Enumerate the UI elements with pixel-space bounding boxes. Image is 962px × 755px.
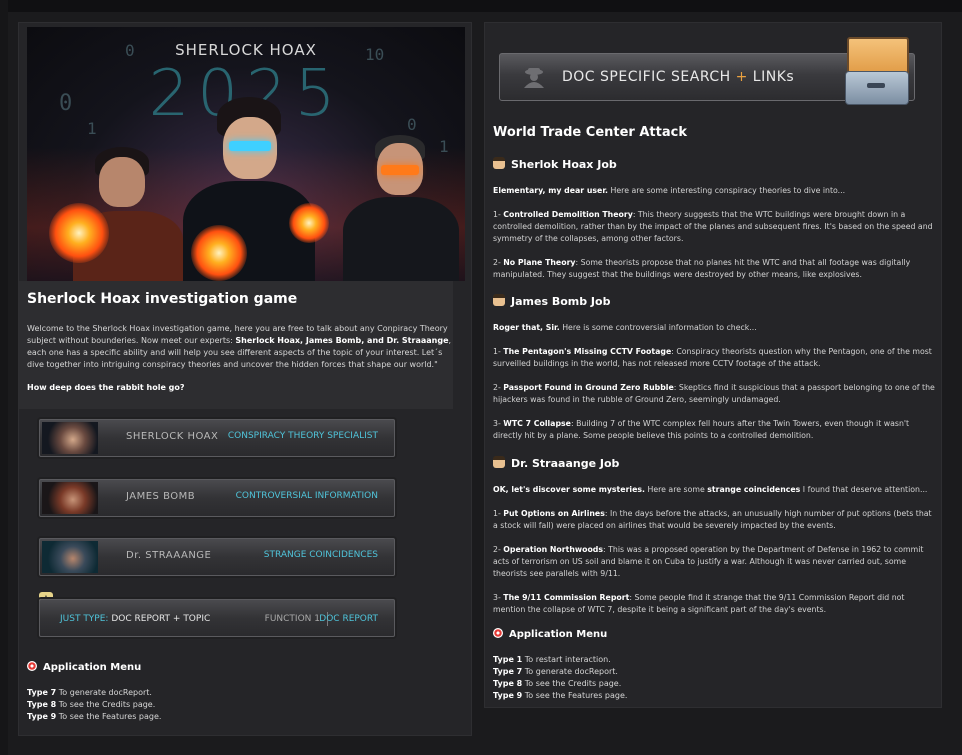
file-cabinet-icon: [843, 31, 909, 107]
job-title-dr-straaange: Dr. Straaange Job: [493, 456, 619, 470]
character-role: STRANGE COINCIDENCES: [263, 550, 378, 560]
hero-banner-image: 0 10 0 1 0 1 SHERLOCK HOAX 2025: [27, 27, 465, 281]
character-role: CONSPIRACY THEORY SPECIALIST: [227, 431, 378, 441]
job-intro: OK, let's discover some mysteries. Here …: [493, 485, 928, 494]
window-top-frame: [0, 0, 962, 12]
theory-item: 1- The Pentagon's Missing CCTV Footage: …: [493, 347, 932, 368]
menu-item: Type 9 To see the Features page.: [27, 712, 162, 721]
job-intro: Elementary, my dear user. Here are some …: [493, 186, 846, 195]
detective-icon: [493, 157, 505, 169]
theory-item: 2- No Plane Theory: Some theorists propo…: [493, 258, 911, 279]
right-panel: DOC SPECIFIC SEARCH + LINKs World Trade …: [484, 22, 942, 708]
job-title-sherlok: Sherlok Hoax Job: [493, 157, 617, 171]
intro-experts: Sherlock Hoax, James Bomb, and Dr. Straa…: [235, 336, 449, 345]
job-title-james-bomb: James Bomb Job: [493, 294, 610, 308]
menu-item: Type 7 To generate docReport.: [493, 667, 618, 676]
center-glow-orb: [191, 225, 247, 281]
window-left-frame: [0, 0, 8, 755]
job-intro: Roger that, Sir. Here is some controvers…: [493, 323, 757, 332]
character-name: Dr. STRAAANGE: [126, 550, 212, 561]
character-name: JAMES BOMB: [126, 491, 196, 502]
search-label: DOC SPECIFIC SEARCH + LINKs: [562, 69, 795, 85]
detective-icon: [493, 294, 505, 306]
theory-item: 1- Controlled Demolition Theory: This th…: [493, 210, 933, 243]
app-menu-title: Application Menu: [493, 628, 607, 640]
intro-text: Welcome to the Sherlock Hoax investigati…: [27, 324, 452, 369]
dr-straaange-avatar: [42, 541, 98, 573]
theory-item: 3- The 9/11 Commission Report: Some peop…: [493, 593, 905, 614]
menu-item: Type 8 To see the Credits page.: [493, 679, 622, 688]
intro-question: How deep does the rabbit hole go?: [27, 383, 185, 392]
doc-report-link[interactable]: DOC REPORT: [319, 614, 378, 624]
spy-icon: [524, 68, 544, 88]
theory-item: 2- Passport Found in Ground Zero Rubble:…: [493, 383, 935, 404]
theory-item: 1- Put Options on Airlines: In the days …: [493, 509, 932, 530]
character-bar-sherlock[interactable]: SHERLOCK HOAX CONSPIRACY THEORY SPECIALI…: [39, 419, 395, 457]
topic-title: World Trade Center Attack: [493, 125, 687, 140]
menu-item: Type 8 To see the Credits page.: [27, 700, 156, 709]
target-icon: [493, 628, 503, 638]
menu-item: Type 1 To restart interaction.: [493, 655, 611, 664]
left-panel: 0 10 0 1 0 1 SHERLOCK HOAX 2025 Sherlock…: [18, 22, 472, 736]
menu-item: Type 7 To generate docReport.: [27, 688, 152, 697]
command-hint: JUST TYPE: DOC REPORT + TOPIC: [60, 614, 211, 624]
target-icon: [27, 661, 37, 671]
left-glow-orb: [49, 203, 109, 263]
function-label: FUNCTION 1: [264, 614, 320, 624]
character-bar-dr-straaange[interactable]: Dr. STRAAANGE STRANGE COINCIDENCES: [39, 538, 395, 576]
james-bomb-figure: [337, 127, 461, 281]
sherlock-avatar: [42, 422, 98, 454]
character-role: CONTROVERSIAL INFORMATION: [235, 491, 378, 501]
character-bar-james-bomb[interactable]: JAMES BOMB CONTROVERSIAL INFORMATION: [39, 479, 395, 517]
doc-report-command-bar[interactable]: JUST TYPE: DOC REPORT + TOPIC FUNCTION 1…: [39, 599, 395, 637]
character-name: SHERLOCK HOAX: [126, 431, 219, 442]
james-bomb-avatar: [42, 482, 98, 514]
theory-item: 2- Operation Northwoods: This was a prop…: [493, 545, 924, 578]
theory-item: 3- WTC 7 Collapse: Building 7 of the WTC…: [493, 419, 910, 440]
intro-title: Sherlock Hoax investigation game: [27, 291, 298, 307]
right-glow-orb: [289, 203, 329, 243]
app-menu-title: Application Menu: [27, 661, 141, 673]
detective-icon: [493, 456, 505, 468]
menu-item: Type 9 To see the Features page.: [493, 691, 628, 700]
